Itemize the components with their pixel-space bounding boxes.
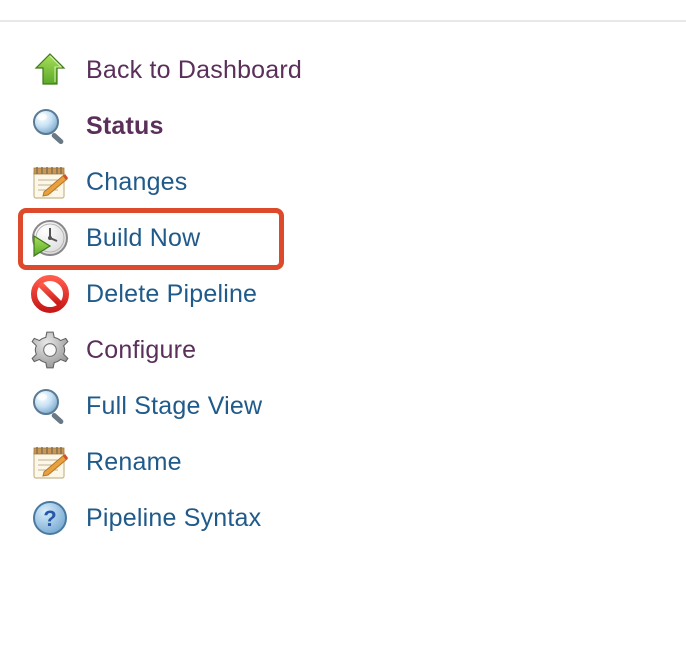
sidebar-item-back-to-dashboard[interactable]: Back to Dashboard <box>28 42 686 98</box>
sidebar-item-label: Rename <box>86 448 182 477</box>
sidebar-item-build-now[interactable]: Build Now <box>28 210 686 266</box>
no-entry-icon <box>28 272 72 316</box>
gear-icon <box>28 328 72 372</box>
svg-text:?: ? <box>43 506 56 531</box>
sidebar-item-status[interactable]: Status <box>28 98 686 154</box>
magnifier-icon <box>28 384 72 428</box>
sidebar-item-label: Full Stage View <box>86 392 262 421</box>
sidebar-item-delete-pipeline[interactable]: Delete Pipeline <box>28 266 686 322</box>
sidebar-item-rename[interactable]: Rename <box>28 434 686 490</box>
sidebar-item-pipeline-syntax[interactable]: ? Pipeline Syntax <box>28 490 686 546</box>
sidebar-item-label: Changes <box>86 168 187 197</box>
sidebar-menu: Back to Dashboard Status <box>0 22 686 546</box>
notepad-icon <box>28 440 72 484</box>
magnifier-icon <box>28 104 72 148</box>
sidebar-item-label: Configure <box>86 336 196 365</box>
notepad-icon <box>28 160 72 204</box>
sidebar-item-label: Delete Pipeline <box>86 280 257 309</box>
sidebar-item-full-stage-view[interactable]: Full Stage View <box>28 378 686 434</box>
arrow-up-icon <box>28 48 72 92</box>
sidebar-item-label: Build Now <box>86 224 200 253</box>
sidebar-item-configure[interactable]: Configure <box>28 322 686 378</box>
clock-play-icon <box>28 216 72 260</box>
sidebar-item-label: Status <box>86 112 164 141</box>
sidebar-item-label: Back to Dashboard <box>86 56 302 85</box>
sidebar-item-label: Pipeline Syntax <box>86 504 261 533</box>
sidebar-item-changes[interactable]: Changes <box>28 154 686 210</box>
help-icon: ? <box>28 496 72 540</box>
